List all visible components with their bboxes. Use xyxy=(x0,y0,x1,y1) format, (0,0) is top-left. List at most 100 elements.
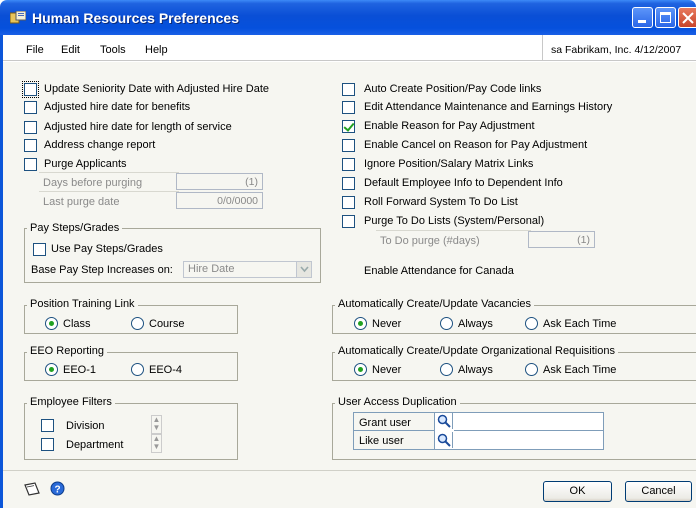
checkbox-use-pay-steps[interactable] xyxy=(33,243,46,256)
checkbox-purge-todo[interactable] xyxy=(342,215,355,228)
checkbox-auto-create-position[interactable] xyxy=(342,83,355,96)
maximize-icon xyxy=(660,12,671,23)
checkbox-edit-attendance[interactable] xyxy=(342,101,355,114)
radio-eeo4[interactable] xyxy=(131,363,144,376)
grant-user-field[interactable] xyxy=(454,413,603,431)
label-requisitions-never: Never xyxy=(372,364,402,376)
close-icon xyxy=(682,12,694,24)
radio-eeo1[interactable] xyxy=(45,363,58,376)
title-bar[interactable]: Human Resources Preferences xyxy=(0,0,696,35)
eeo-reporting-title: EEO Reporting xyxy=(27,345,107,357)
days-before-purging-field[interactable]: (1) xyxy=(176,173,263,190)
lookup-icon xyxy=(437,433,451,447)
base-pay-step-value: Hire Date xyxy=(188,263,235,275)
label-grant-user: Grant user xyxy=(359,417,411,429)
radio-course[interactable] xyxy=(131,317,144,330)
like-user-field[interactable] xyxy=(454,432,603,449)
checkbox-adjusted-hire-benefits[interactable] xyxy=(24,101,37,114)
label-roll-forward: Roll Forward System To Do List xyxy=(364,196,518,208)
label-adjusted-hire-service: Adjusted hire date for length of service xyxy=(44,121,232,133)
label-department: Department xyxy=(66,439,124,451)
division-spinner[interactable]: ▲ ▼ xyxy=(151,415,162,434)
radio-requisitions-ask[interactable] xyxy=(525,363,538,376)
label-class: Class xyxy=(63,318,91,330)
label-vacancies-never: Never xyxy=(372,318,402,330)
label-division: Division xyxy=(66,420,105,432)
label-update-seniority: Update Seniority Date with Adjusted Hire… xyxy=(44,83,270,95)
label-vacancies-ask: Ask Each Time xyxy=(543,318,617,330)
purge-divider-2 xyxy=(39,191,179,192)
employee-filters-group xyxy=(24,403,238,460)
checkbox-purge-applicants[interactable] xyxy=(24,158,37,171)
label-ignore-matrix: Ignore Position/Salary Matrix Links xyxy=(364,158,534,170)
minimize-icon xyxy=(638,20,646,23)
label-days-before-purging: Days before purging xyxy=(43,177,143,189)
position-training-title: Position Training Link xyxy=(27,298,138,310)
label-last-purge-date: Last purge date xyxy=(43,196,120,208)
lookup-icon xyxy=(437,414,451,428)
cancel-button[interactable]: Cancel xyxy=(625,481,692,502)
vacancies-title: Automatically Create/Update Vacancies xyxy=(335,298,535,310)
label-purge-todo: Purge To Do Lists (System/Personal) xyxy=(364,215,545,227)
label-adjusted-hire-benefits: Adjusted hire date for benefits xyxy=(44,101,191,113)
user-access-title: User Access Duplication xyxy=(335,396,460,408)
checkbox-division[interactable] xyxy=(41,419,54,432)
menu-tools[interactable]: Tools xyxy=(100,44,126,56)
grant-user-lookup-button[interactable] xyxy=(435,413,453,429)
todo-divider xyxy=(376,230,531,231)
last-purge-date-field[interactable]: 0/0/0000 xyxy=(176,192,263,209)
employee-filters-title: Employee Filters xyxy=(27,396,115,408)
radio-requisitions-always[interactable] xyxy=(440,363,453,376)
grant-user-label-cell: Grant user xyxy=(354,413,435,431)
label-eeo4: EEO-4 xyxy=(149,364,183,376)
checkbox-enable-cancel[interactable] xyxy=(342,139,355,152)
checkbox-default-employee-info[interactable] xyxy=(342,177,355,190)
session-text: sa Fabrikam, Inc. 4/12/2007 xyxy=(551,44,682,56)
like-user-lookup-button[interactable] xyxy=(435,432,453,448)
label-address-change: Address change report xyxy=(44,139,156,151)
radio-requisitions-never[interactable] xyxy=(354,363,367,376)
department-spinner[interactable]: ▲ ▼ xyxy=(151,434,162,453)
label-eeo1: EEO-1 xyxy=(63,364,97,376)
chevron-down-icon xyxy=(300,266,309,273)
bottom-divider xyxy=(3,470,696,471)
note-icon[interactable] xyxy=(23,481,41,497)
dropdown-arrow-button[interactable] xyxy=(296,262,311,277)
label-course: Course xyxy=(149,318,185,330)
like-user-label-cell: Like user xyxy=(354,431,435,449)
svg-text:?: ? xyxy=(54,484,60,495)
label-like-user: Like user xyxy=(359,435,404,447)
purge-divider xyxy=(39,172,179,173)
menu-help[interactable]: Help xyxy=(145,44,168,56)
radio-class[interactable] xyxy=(45,317,58,330)
minimize-button[interactable] xyxy=(632,7,653,28)
label-purge-applicants: Purge Applicants xyxy=(44,158,127,170)
radio-vacancies-never[interactable] xyxy=(354,317,367,330)
checkbox-ignore-matrix[interactable] xyxy=(342,158,355,171)
help-icon[interactable]: ? xyxy=(50,481,65,496)
todo-purge-field[interactable]: (1) xyxy=(528,231,595,248)
app-icon xyxy=(10,11,26,24)
window-title: Human Resources Preferences xyxy=(32,10,239,26)
ok-button[interactable]: OK xyxy=(543,481,612,502)
radio-vacancies-always[interactable] xyxy=(440,317,453,330)
menu-file[interactable]: File xyxy=(26,44,44,56)
pay-steps-title: Pay Steps/Grades xyxy=(27,222,123,234)
session-info: sa Fabrikam, Inc. 4/12/2007 xyxy=(542,35,696,61)
checkbox-roll-forward[interactable] xyxy=(342,196,355,209)
requisitions-title: Automatically Create/Update Organization… xyxy=(335,345,618,357)
label-auto-create-position: Auto Create Position/Pay Code links xyxy=(364,83,542,95)
menu-edit[interactable]: Edit xyxy=(61,44,80,56)
checkbox-enable-reason[interactable] xyxy=(342,120,355,133)
label-enable-attendance-canada: Enable Attendance for Canada xyxy=(364,265,514,277)
label-todo-purge: To Do purge (#days) xyxy=(380,235,480,247)
base-pay-step-dropdown[interactable]: Hire Date xyxy=(183,261,312,278)
checkbox-address-change[interactable] xyxy=(24,139,37,152)
label-enable-cancel: Enable Cancel on Reason for Pay Adjustme… xyxy=(364,139,588,151)
maximize-button[interactable] xyxy=(655,7,676,28)
close-button[interactable] xyxy=(678,7,696,28)
checkbox-adjusted-hire-service[interactable] xyxy=(24,121,37,134)
checkbox-department[interactable] xyxy=(41,438,54,451)
radio-vacancies-ask[interactable] xyxy=(525,317,538,330)
checkbox-update-seniority[interactable] xyxy=(22,81,39,98)
